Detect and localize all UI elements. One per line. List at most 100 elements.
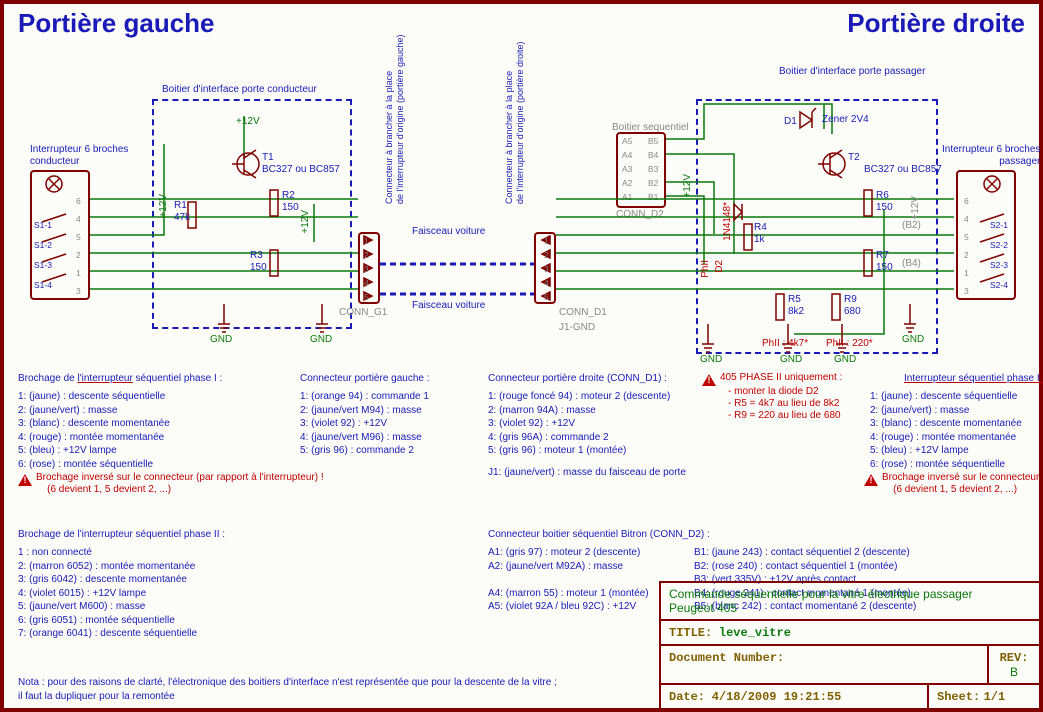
- s1-4: S1-4: [34, 280, 52, 290]
- d2-label: D2: [714, 260, 726, 273]
- box-conducteur-label: Boitier d'interface porte conducteur: [162, 84, 317, 96]
- pin-a2: A2: [622, 178, 632, 188]
- conn-d2-left: A1: (gris 97) : moteur 2 (descente) A2: …: [488, 546, 649, 614]
- faisceau-bot: Faisceau voiture: [412, 300, 485, 312]
- r3-label: R3 150: [250, 250, 267, 274]
- gnd-r2: GND: [780, 354, 802, 366]
- r5-note: PhII : 4k7*: [762, 338, 808, 350]
- titleblock: Commande séquentielle pour la vitre élec…: [659, 581, 1039, 708]
- tb-date-value: 4/18/2009 19:21:55: [712, 690, 842, 704]
- r5-label: R5 8k2: [788, 294, 804, 318]
- s1-2: S1-2: [34, 240, 52, 250]
- tb-docnum-label: Document Number:: [669, 651, 784, 665]
- brancher-d-label: Connecteur à brancher à la place de l'in…: [504, 24, 526, 204]
- s2-1: S2-1: [990, 220, 1008, 230]
- conn-droite-title: Connecteur portière droite (CONN_D1) :: [488, 372, 667, 386]
- tb-title-value: leve_vitre: [719, 626, 791, 640]
- warn-icon-phase2: [702, 374, 716, 386]
- tb-desc2: Peugeot 405: [669, 601, 1031, 615]
- r1-label: R1 47k: [174, 200, 190, 224]
- warn-right: Brochage inversé sur le connecteur (6 de…: [882, 472, 1039, 496]
- title-left: Portière gauche: [18, 8, 215, 39]
- tb-title-label: TITLE:: [669, 626, 712, 640]
- b2-label: (B2): [902, 220, 921, 232]
- pin-b5: B5: [648, 136, 658, 146]
- conn-d2-label: CONN_D2: [616, 209, 664, 221]
- t2-label: T2: [848, 152, 860, 164]
- gnd-left2: GND: [310, 334, 332, 346]
- j1-line: J1: (jaune/vert) : masse du faisceau de …: [488, 466, 686, 480]
- box-seq-label: Boitier sequentiel: [612, 122, 689, 134]
- tb-desc1: Commande séquentielle pour la vitre élec…: [669, 587, 1031, 601]
- r2-label: R2 150: [282, 190, 299, 214]
- d1-type: Zener 2V4: [822, 114, 869, 126]
- net-12v-v3: +12V: [682, 174, 694, 198]
- gnd-r4: GND: [902, 334, 924, 346]
- pin-a4: A4: [622, 150, 632, 160]
- pin-a1: A1: [622, 192, 632, 202]
- conn-g1: [358, 232, 380, 304]
- warn-icon-left: [18, 474, 32, 486]
- j1-gnd-label: J1-GND: [559, 322, 595, 334]
- t1-label: T1: [262, 152, 274, 164]
- d2-type: 1N4148*: [722, 202, 734, 241]
- conn-gauche: 1: (orange 94) : commande 1 2: (jaune/ve…: [300, 390, 429, 458]
- net-12v-v1: +12V: [158, 194, 170, 218]
- conn-droite: 1: (rouge foncé 94) : moteur 2 (descente…: [488, 390, 670, 458]
- warn-left: Brochage inversé sur le connecteur (par …: [36, 472, 324, 496]
- tb-rev-label: REV:: [1000, 651, 1029, 665]
- gnd-left1: GND: [210, 334, 232, 346]
- pin-b2: B2: [648, 178, 658, 188]
- brochage-seq1-title: Brochage de l'interrupteur séquentiel ph…: [18, 373, 222, 384]
- tb-sheet-label: Sheet:: [937, 690, 980, 704]
- gnd-r1: GND: [700, 354, 722, 366]
- net-12v-v2: +12V: [300, 210, 312, 234]
- brochage-seq1-right: 1: (jaune) : descente séquentielle 2: (j…: [870, 390, 1022, 471]
- brochage-seq1: 1: (jaune) : descente séquentielle 2: (j…: [18, 390, 170, 471]
- interrupteur-right-title: Interrupteur séquentiel phase I :: [904, 373, 1043, 384]
- r9-note: PhII : 220*: [826, 338, 873, 350]
- d2-note: PhII: [700, 260, 712, 278]
- brancher-g-label: Connecteur à brancher à la place de l'in…: [384, 24, 406, 204]
- conn-d1-label: CONN_D1: [559, 307, 607, 319]
- s2-4: S2-4: [990, 280, 1008, 290]
- net-12v-v4: +12V: [910, 196, 922, 220]
- r7-label: R7 150: [876, 250, 893, 274]
- warn-phase2-body: - monter la diode D2 - R5 = 4k7 au lieu …: [728, 386, 841, 422]
- brochage-seq2: 1 : non connecté 2: (marron 6052) : mont…: [18, 546, 197, 641]
- r4-label: R4 1k: [754, 222, 767, 246]
- d1-label: D1: [784, 116, 797, 128]
- r6-label: R6 150: [876, 190, 893, 214]
- t2-type: BC327 ou BC857: [864, 164, 942, 176]
- conn-interrupteur-left-label: Interrupteur 6 broches conducteur: [30, 144, 128, 168]
- gnd-r3: GND: [834, 354, 856, 366]
- t1-type: BC327 ou BC857: [262, 164, 340, 176]
- conn-d2-title: Connecteur boitier séquentiel Bitron (CO…: [488, 528, 710, 542]
- s2-3: S2-3: [990, 260, 1008, 270]
- warn-icon-right: [864, 474, 878, 486]
- box-passager-label: Boitier d'interface porte passager: [779, 66, 925, 78]
- conn-g1-label: CONN_G1: [339, 307, 387, 319]
- pin-a3: A3: [622, 164, 632, 174]
- title-right: Portière droite: [847, 8, 1025, 39]
- faisceau-top: Faisceau voiture: [412, 226, 485, 238]
- nota: Nota : pour des raisons de clarté, l'éle…: [18, 676, 557, 703]
- conn-gauche-title: Connecteur portière gauche :: [300, 372, 430, 386]
- pin-a5: A5: [622, 136, 632, 146]
- pin-b3: B3: [648, 164, 658, 174]
- b4-label: (B4): [902, 258, 921, 270]
- conn-interrupteur-right-label: Interrupteur 6 broches passager: [942, 144, 1040, 168]
- warn-phase2-title: 405 PHASE II uniquement :: [720, 372, 842, 384]
- pin-b1: B1: [648, 192, 658, 202]
- s1-1: S1-1: [34, 220, 52, 230]
- tb-date-label: Date:: [669, 690, 705, 704]
- s2-2: S2-2: [990, 240, 1008, 250]
- schematic-sheet: Portière gauche Portière droite Boitier …: [0, 0, 1043, 712]
- pin-b4: B4: [648, 150, 658, 160]
- tb-sheet-value: 1/1: [984, 690, 1006, 704]
- r9-label: R9 680: [844, 294, 861, 318]
- tb-rev-value: B: [1010, 665, 1018, 679]
- brochage-seq2-title: Brochage de l'interrupteur séquentiel ph…: [18, 528, 225, 542]
- net-12v-left: +12V: [236, 116, 260, 128]
- s1-3: S1-3: [34, 260, 52, 270]
